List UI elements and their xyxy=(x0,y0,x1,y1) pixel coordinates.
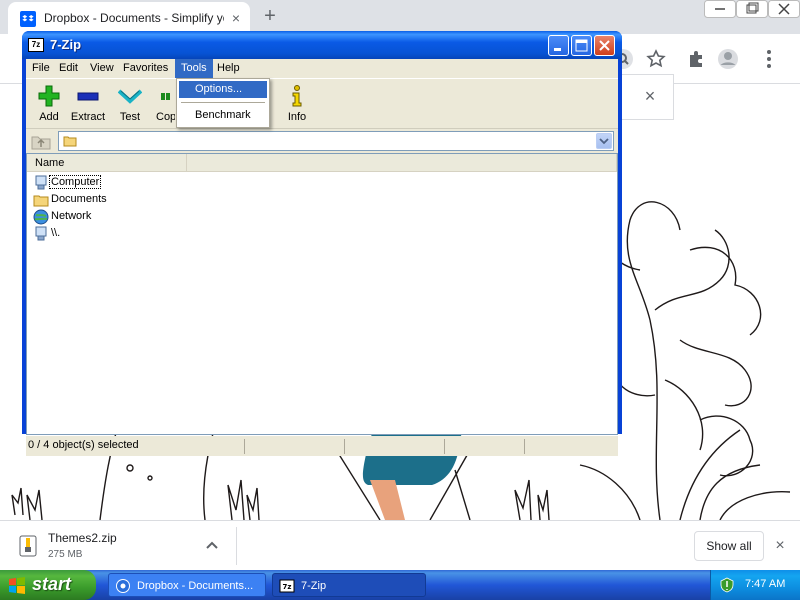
menu-edit[interactable]: Edit xyxy=(53,59,84,78)
start-button[interactable]: start xyxy=(0,570,96,600)
download-size: 275 MB xyxy=(48,549,83,560)
menu-favorites[interactable]: Favorites xyxy=(117,59,174,78)
menu-item-benchmark[interactable]: Benchmark xyxy=(179,107,267,124)
list-header: Name xyxy=(27,154,617,172)
window-titlebar[interactable]: 7z 7-Zip xyxy=(22,31,622,59)
info-icon xyxy=(292,85,302,107)
info-label: Info xyxy=(287,111,307,123)
minimize-icon xyxy=(554,48,561,51)
notice-close-icon[interactable]: × xyxy=(642,87,658,105)
status-selection-text: 0 / 4 object(s) selected xyxy=(28,439,139,451)
system-tray: 7:47 AM xyxy=(710,570,800,600)
chevron-down-icon xyxy=(599,138,609,145)
maximize-button[interactable] xyxy=(571,35,592,56)
7zip-icon: 7z xyxy=(279,579,295,593)
taskbar-item-7zip[interactable]: 7z 7-Zip xyxy=(272,573,426,597)
7zip-app-icon: 7z xyxy=(28,38,44,52)
chevron-up-icon[interactable] xyxy=(204,537,220,553)
column-name[interactable]: Name xyxy=(27,154,187,172)
7zip-window: 7z 7-Zip File Edit View Favorites Tools … xyxy=(22,31,622,456)
minimize-button[interactable] xyxy=(548,35,569,56)
window-title: 7-Zip xyxy=(50,37,82,52)
menu-tools[interactable]: Tools xyxy=(175,59,213,78)
restore-icon[interactable] xyxy=(736,0,768,18)
column-empty xyxy=(187,154,617,172)
divider xyxy=(236,527,237,565)
status-divider xyxy=(344,439,345,454)
taskbar: start Dropbox - Documents... 7z 7-Zip 7:… xyxy=(0,570,800,600)
copy-label: Copy xyxy=(156,111,175,123)
close-download-bar-icon[interactable]: × xyxy=(772,538,788,554)
status-divider xyxy=(244,439,245,454)
close-button[interactable] xyxy=(594,35,615,56)
info-button[interactable]: Info xyxy=(274,83,320,127)
new-tab-button[interactable]: + xyxy=(260,6,280,26)
show-all-button[interactable]: Show all xyxy=(694,531,764,561)
browser-tab-dropbox[interactable]: Dropbox - Documents - Simplify your × xyxy=(8,2,250,34)
menu-help[interactable]: Help xyxy=(211,59,246,78)
path-dropdown-button[interactable] xyxy=(596,133,612,149)
menu-file[interactable]: File xyxy=(26,59,56,78)
copy-button[interactable]: Copy xyxy=(149,83,175,127)
item-label: Computer xyxy=(48,175,102,189)
chrome-icon xyxy=(116,579,130,593)
item-label: \\. xyxy=(51,227,61,239)
folder-icon xyxy=(33,195,49,207)
tools-menu-dropdown: Options... Benchmark xyxy=(176,78,270,128)
clock[interactable]: 7:47 AM xyxy=(745,578,785,590)
test-label: Test xyxy=(119,111,141,123)
browser-tab-strip: Dropbox - Documents - Simplify your × + xyxy=(0,0,800,34)
test-icon xyxy=(118,89,142,104)
browser-close-icon[interactable] xyxy=(768,0,800,18)
window-client-area: File Edit View Favorites Tools Help Add … xyxy=(26,59,618,456)
add-icon xyxy=(38,85,60,107)
more-menu-icon[interactable] xyxy=(758,48,780,70)
tab-title: Dropbox - Documents - Simplify your xyxy=(44,11,224,25)
security-alert-icon[interactable] xyxy=(719,577,735,593)
network-icon xyxy=(33,209,49,225)
taskbar-item-dropbox[interactable]: Dropbox - Documents... xyxy=(108,573,266,597)
profile-avatar-icon[interactable] xyxy=(717,48,739,70)
menu-separator xyxy=(181,102,265,103)
computer-icon xyxy=(35,175,47,190)
extract-button[interactable]: Extract xyxy=(65,83,111,127)
file-list[interactable]: Name Computer Documents Network \\. xyxy=(26,153,618,435)
menu-item-options[interactable]: Options... xyxy=(179,81,267,98)
status-divider xyxy=(524,439,525,454)
up-folder-icon[interactable] xyxy=(30,131,52,151)
tab-close-icon[interactable]: × xyxy=(228,10,244,26)
extract-label: Extract xyxy=(70,111,106,123)
windows-flag-icon xyxy=(9,577,25,594)
close-icon xyxy=(599,40,610,51)
test-button[interactable]: Test xyxy=(107,83,153,127)
extract-icon xyxy=(77,92,99,101)
copy-icon xyxy=(161,93,170,100)
download-filename[interactable]: Themes2.zip xyxy=(48,531,117,545)
item-label: Network xyxy=(51,210,92,222)
menu-view[interactable]: View xyxy=(84,59,120,78)
folder-icon xyxy=(63,136,77,147)
zip-file-icon[interactable] xyxy=(18,535,38,557)
path-combobox[interactable] xyxy=(58,131,614,151)
svg-text:7z: 7z xyxy=(283,583,292,591)
toolbar: Add Extract Test Copy Info xyxy=(26,78,618,128)
bookmark-star-icon[interactable] xyxy=(645,48,667,70)
taskbar-item-label: Dropbox - Documents... xyxy=(137,580,254,592)
dropbox-icon xyxy=(20,11,36,27)
extensions-icon[interactable] xyxy=(685,48,707,70)
menu-bar: File Edit View Favorites Tools Help xyxy=(26,59,618,78)
status-divider xyxy=(444,439,445,454)
drive-icon xyxy=(35,226,47,241)
status-bar: 0 / 4 object(s) selected xyxy=(26,436,618,456)
download-shelf: Themes2.zip 275 MB Show all × xyxy=(0,520,800,570)
start-label: start xyxy=(32,574,72,594)
minimize-icon[interactable] xyxy=(704,0,736,18)
maximize-icon xyxy=(575,39,588,52)
item-label: Documents xyxy=(51,193,107,205)
taskbar-item-label: 7-Zip xyxy=(301,580,327,592)
address-bar xyxy=(26,128,618,152)
